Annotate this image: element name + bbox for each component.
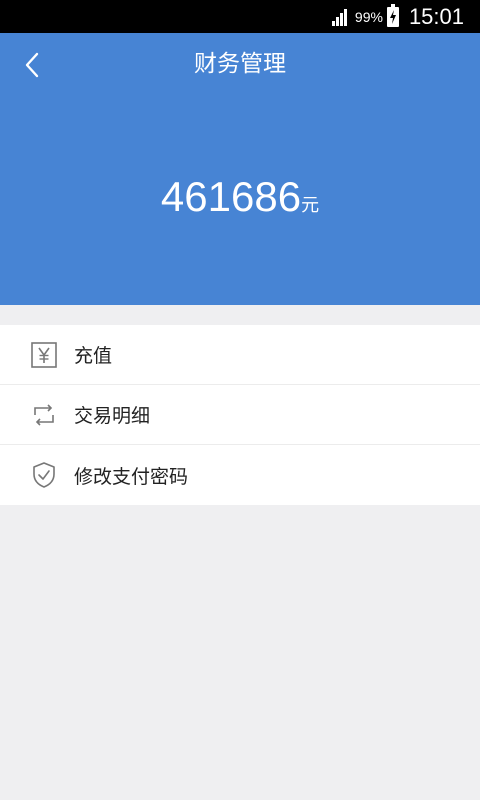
recharge-item[interactable]: 充值	[0, 325, 480, 385]
status-bar: 99% 15:01	[0, 0, 480, 33]
balance-unit: 元	[301, 195, 320, 216]
change-payment-password-item[interactable]: 修改支付密码	[0, 445, 480, 505]
balance-amount: 461686	[160, 173, 302, 220]
status-time: 15:01	[408, 3, 464, 29]
menu-list: 充值 交易明细 修改支付密码	[0, 325, 480, 505]
signal-icon	[331, 8, 347, 26]
menu-item-label: 修改支付密码	[74, 465, 189, 488]
battery-charging-icon	[386, 3, 399, 27]
transaction-details-item[interactable]: 交易明细	[0, 385, 480, 445]
header: 财务管理 461686元	[0, 33, 480, 305]
yen-icon	[30, 341, 58, 369]
exchange-icon	[30, 401, 58, 429]
shield-check-icon	[30, 461, 58, 489]
page-title: 财务管理	[194, 51, 286, 77]
balance: 461686元	[0, 173, 480, 221]
menu-item-label: 交易明细	[74, 405, 151, 427]
menu-item-label: 充值	[74, 345, 113, 367]
battery-percent: 99%	[354, 8, 383, 25]
